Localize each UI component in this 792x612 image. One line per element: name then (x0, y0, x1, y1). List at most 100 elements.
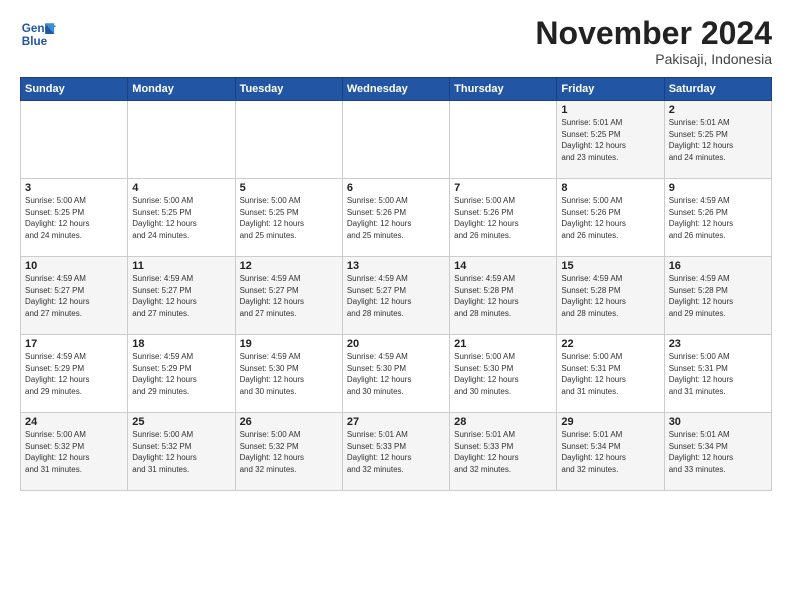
day-info: Sunrise: 5:00 AM Sunset: 5:26 PM Dayligh… (561, 195, 659, 241)
day-number: 5 (240, 182, 338, 194)
location-subtitle: Pakisaji, Indonesia (535, 51, 772, 67)
calendar-cell: 5Sunrise: 5:00 AM Sunset: 5:25 PM Daylig… (235, 179, 342, 257)
logo-icon: General Blue (20, 16, 56, 52)
day-number: 1 (561, 104, 659, 116)
day-number: 4 (132, 182, 230, 194)
day-number: 27 (347, 416, 445, 428)
calendar-cell: 23Sunrise: 5:00 AM Sunset: 5:31 PM Dayli… (664, 335, 771, 413)
day-info: Sunrise: 5:00 AM Sunset: 5:25 PM Dayligh… (25, 195, 123, 241)
calendar-cell: 21Sunrise: 5:00 AM Sunset: 5:30 PM Dayli… (450, 335, 557, 413)
calendar-cell: 13Sunrise: 4:59 AM Sunset: 5:27 PM Dayli… (342, 257, 449, 335)
day-number: 9 (669, 182, 767, 194)
day-info: Sunrise: 5:01 AM Sunset: 5:25 PM Dayligh… (561, 117, 659, 163)
day-info: Sunrise: 5:00 AM Sunset: 5:26 PM Dayligh… (454, 195, 552, 241)
day-number: 28 (454, 416, 552, 428)
calendar-table: SundayMondayTuesdayWednesdayThursdayFrid… (20, 77, 772, 491)
calendar-cell: 30Sunrise: 5:01 AM Sunset: 5:34 PM Dayli… (664, 413, 771, 491)
weekday-header-friday: Friday (557, 78, 664, 101)
day-info: Sunrise: 4:59 AM Sunset: 5:27 PM Dayligh… (240, 273, 338, 319)
header-area: General Blue November 2024 Pakisaji, Ind… (20, 16, 772, 67)
day-info: Sunrise: 5:01 AM Sunset: 5:34 PM Dayligh… (669, 429, 767, 475)
day-info: Sunrise: 4:59 AM Sunset: 5:26 PM Dayligh… (669, 195, 767, 241)
weekday-header-thursday: Thursday (450, 78, 557, 101)
calendar-cell: 6Sunrise: 5:00 AM Sunset: 5:26 PM Daylig… (342, 179, 449, 257)
day-info: Sunrise: 5:00 AM Sunset: 5:31 PM Dayligh… (669, 351, 767, 397)
calendar-cell: 2Sunrise: 5:01 AM Sunset: 5:25 PM Daylig… (664, 101, 771, 179)
day-info: Sunrise: 4:59 AM Sunset: 5:29 PM Dayligh… (25, 351, 123, 397)
calendar-cell (450, 101, 557, 179)
day-info: Sunrise: 5:00 AM Sunset: 5:25 PM Dayligh… (240, 195, 338, 241)
day-number: 21 (454, 338, 552, 350)
calendar-cell: 20Sunrise: 4:59 AM Sunset: 5:30 PM Dayli… (342, 335, 449, 413)
day-info: Sunrise: 4:59 AM Sunset: 5:27 PM Dayligh… (347, 273, 445, 319)
calendar-cell: 11Sunrise: 4:59 AM Sunset: 5:27 PM Dayli… (128, 257, 235, 335)
calendar-cell: 22Sunrise: 5:00 AM Sunset: 5:31 PM Dayli… (557, 335, 664, 413)
calendar-cell: 29Sunrise: 5:01 AM Sunset: 5:34 PM Dayli… (557, 413, 664, 491)
day-number: 11 (132, 260, 230, 272)
day-number: 13 (347, 260, 445, 272)
day-info: Sunrise: 5:01 AM Sunset: 5:33 PM Dayligh… (454, 429, 552, 475)
calendar-cell: 28Sunrise: 5:01 AM Sunset: 5:33 PM Dayli… (450, 413, 557, 491)
day-info: Sunrise: 5:01 AM Sunset: 5:34 PM Dayligh… (561, 429, 659, 475)
calendar-cell: 4Sunrise: 5:00 AM Sunset: 5:25 PM Daylig… (128, 179, 235, 257)
day-number: 14 (454, 260, 552, 272)
day-info: Sunrise: 5:00 AM Sunset: 5:32 PM Dayligh… (132, 429, 230, 475)
day-number: 8 (561, 182, 659, 194)
day-number: 25 (132, 416, 230, 428)
day-info: Sunrise: 4:59 AM Sunset: 5:28 PM Dayligh… (561, 273, 659, 319)
day-number: 26 (240, 416, 338, 428)
weekday-header-wednesday: Wednesday (342, 78, 449, 101)
calendar-cell: 10Sunrise: 4:59 AM Sunset: 5:27 PM Dayli… (21, 257, 128, 335)
day-number: 17 (25, 338, 123, 350)
weekday-header-saturday: Saturday (664, 78, 771, 101)
day-info: Sunrise: 5:00 AM Sunset: 5:25 PM Dayligh… (132, 195, 230, 241)
month-title: November 2024 (535, 16, 772, 51)
day-info: Sunrise: 5:00 AM Sunset: 5:31 PM Dayligh… (561, 351, 659, 397)
day-number: 7 (454, 182, 552, 194)
day-number: 20 (347, 338, 445, 350)
calendar-cell: 26Sunrise: 5:00 AM Sunset: 5:32 PM Dayli… (235, 413, 342, 491)
calendar-cell: 7Sunrise: 5:00 AM Sunset: 5:26 PM Daylig… (450, 179, 557, 257)
calendar-cell (342, 101, 449, 179)
day-info: Sunrise: 4:59 AM Sunset: 5:28 PM Dayligh… (669, 273, 767, 319)
day-number: 3 (25, 182, 123, 194)
day-number: 18 (132, 338, 230, 350)
day-info: Sunrise: 4:59 AM Sunset: 5:30 PM Dayligh… (240, 351, 338, 397)
day-info: Sunrise: 5:01 AM Sunset: 5:25 PM Dayligh… (669, 117, 767, 163)
day-info: Sunrise: 5:00 AM Sunset: 5:26 PM Dayligh… (347, 195, 445, 241)
day-number: 15 (561, 260, 659, 272)
day-info: Sunrise: 4:59 AM Sunset: 5:27 PM Dayligh… (25, 273, 123, 319)
weekday-header-tuesday: Tuesday (235, 78, 342, 101)
calendar-cell: 8Sunrise: 5:00 AM Sunset: 5:26 PM Daylig… (557, 179, 664, 257)
calendar-cell: 27Sunrise: 5:01 AM Sunset: 5:33 PM Dayli… (342, 413, 449, 491)
day-number: 10 (25, 260, 123, 272)
weekday-header-sunday: Sunday (21, 78, 128, 101)
day-number: 16 (669, 260, 767, 272)
calendar-cell: 18Sunrise: 4:59 AM Sunset: 5:29 PM Dayli… (128, 335, 235, 413)
day-number: 12 (240, 260, 338, 272)
calendar-cell: 25Sunrise: 5:00 AM Sunset: 5:32 PM Dayli… (128, 413, 235, 491)
calendar-cell (128, 101, 235, 179)
calendar-cell (21, 101, 128, 179)
calendar-cell: 19Sunrise: 4:59 AM Sunset: 5:30 PM Dayli… (235, 335, 342, 413)
calendar-page: General Blue November 2024 Pakisaji, Ind… (0, 0, 792, 612)
day-number: 30 (669, 416, 767, 428)
day-number: 23 (669, 338, 767, 350)
calendar-cell: 1Sunrise: 5:01 AM Sunset: 5:25 PM Daylig… (557, 101, 664, 179)
day-info: Sunrise: 5:00 AM Sunset: 5:32 PM Dayligh… (25, 429, 123, 475)
day-number: 22 (561, 338, 659, 350)
day-info: Sunrise: 5:00 AM Sunset: 5:30 PM Dayligh… (454, 351, 552, 397)
weekday-header-monday: Monday (128, 78, 235, 101)
calendar-cell: 14Sunrise: 4:59 AM Sunset: 5:28 PM Dayli… (450, 257, 557, 335)
calendar-cell: 15Sunrise: 4:59 AM Sunset: 5:28 PM Dayli… (557, 257, 664, 335)
calendar-cell (235, 101, 342, 179)
calendar-cell: 24Sunrise: 5:00 AM Sunset: 5:32 PM Dayli… (21, 413, 128, 491)
day-info: Sunrise: 5:01 AM Sunset: 5:33 PM Dayligh… (347, 429, 445, 475)
day-info: Sunrise: 5:00 AM Sunset: 5:32 PM Dayligh… (240, 429, 338, 475)
day-info: Sunrise: 4:59 AM Sunset: 5:30 PM Dayligh… (347, 351, 445, 397)
calendar-cell: 16Sunrise: 4:59 AM Sunset: 5:28 PM Dayli… (664, 257, 771, 335)
day-number: 2 (669, 104, 767, 116)
calendar-cell: 3Sunrise: 5:00 AM Sunset: 5:25 PM Daylig… (21, 179, 128, 257)
calendar-cell: 17Sunrise: 4:59 AM Sunset: 5:29 PM Dayli… (21, 335, 128, 413)
day-number: 19 (240, 338, 338, 350)
